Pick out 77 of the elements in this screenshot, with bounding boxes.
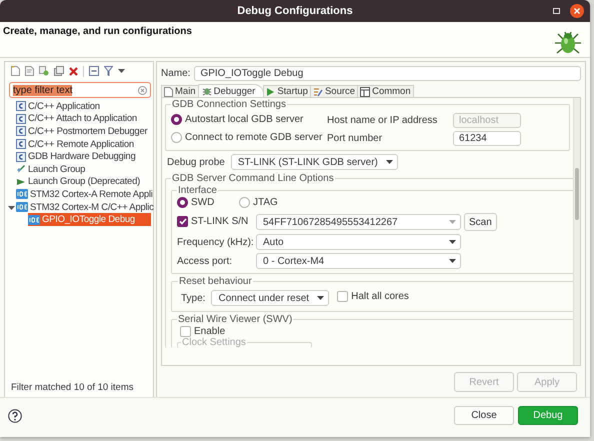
header-message: Create, manage, and run configurations <box>3 26 192 39</box>
new-document-icon[interactable] <box>11 66 20 76</box>
c-file-icon <box>16 152 26 162</box>
tab[interactable]: Startup <box>263 85 311 97</box>
tree-item[interactable]: C/C++ Application <box>16 100 151 113</box>
radio-button[interactable]: SWD <box>177 197 214 208</box>
group-title: Clock Settings <box>181 337 247 348</box>
checkbox[interactable]: Halt all cores <box>337 291 409 302</box>
caret-icon[interactable] <box>118 69 125 73</box>
close-icon[interactable] <box>570 4 584 18</box>
tree-item[interactable]: STM32 Cortex-M C/C++ Applic <box>16 200 156 214</box>
field-label: Frequency (kHz): <box>177 236 253 248</box>
radio-button[interactable]: JTAG <box>239 197 278 208</box>
field-label: Debug probe <box>167 156 225 168</box>
name-field[interactable]: GPIO_IOToggle Debug <box>194 66 581 81</box>
clear-icon[interactable] <box>138 86 147 94</box>
caret-icon <box>449 259 456 263</box>
checkbox[interactable]: Enable <box>180 326 226 337</box>
scan-button[interactable]: Scan <box>464 213 497 231</box>
checkmark-icon <box>178 218 186 225</box>
caret-icon <box>449 220 456 224</box>
field-label: Host name or IP address <box>327 115 438 126</box>
ide-icon <box>28 214 40 225</box>
collapse-icon[interactable] <box>89 66 99 76</box>
frequency-dropdown[interactable]: Auto <box>256 234 461 250</box>
field-label: Port number <box>327 133 384 144</box>
window-title: Debug Configurations <box>237 5 353 17</box>
tree-item[interactable]: Launch Group (Deprecated) <box>16 176 151 188</box>
tree-item[interactable]: GPIO_IOToggle Debug <box>28 213 151 226</box>
tree-item[interactable]: C/C++ Postmortem Debugger <box>16 125 151 138</box>
source-icon <box>312 86 323 96</box>
tab[interactable]: Main <box>161 85 199 97</box>
tab[interactable]: Source <box>310 85 358 97</box>
serial-number-dropdown[interactable]: 54FF71067285495553412267 <box>256 214 461 230</box>
maximize-icon[interactable] <box>553 8 560 14</box>
group-title: GDB Connection Settings <box>171 99 287 110</box>
caret-icon <box>386 160 393 164</box>
export-icon[interactable] <box>54 66 64 76</box>
access-port-dropdown[interactable]: 0 - Cortex-M4 <box>256 253 461 269</box>
ide-icon <box>16 189 28 200</box>
duplicate-icon[interactable] <box>39 66 49 76</box>
filter-status: Filter matched 10 of 10 items <box>10 382 134 393</box>
radio-button[interactable]: Autostart local GDB server <box>171 114 304 124</box>
field-label: Access port: <box>177 256 234 266</box>
reset-type-dropdown[interactable]: Connect under reset <box>211 290 330 306</box>
checkbox[interactable]: ST-LINK S/N <box>177 216 248 227</box>
help-icon[interactable] <box>8 408 22 422</box>
tree-item[interactable]: C/C++ Remote Application <box>16 138 151 150</box>
tree-item[interactable]: GDB Hardware Debugging <box>16 150 151 163</box>
field-label: Name: <box>161 68 190 79</box>
tree-item[interactable]: C/C++ Attach to Application <box>16 112 151 126</box>
caret-icon <box>317 296 324 300</box>
close-button[interactable]: Close <box>454 406 514 425</box>
c-file-icon <box>16 139 26 150</box>
group-title: Reset behaviour <box>178 276 253 287</box>
group-title: GDB Server Command Line Options <box>171 173 335 184</box>
tab[interactable]: Debugger <box>198 84 264 97</box>
c-file-icon <box>16 101 26 112</box>
scrollbar[interactable] <box>573 98 580 365</box>
radio-button[interactable]: Connect to remote GDB server <box>171 132 322 142</box>
tree-item[interactable]: STM32 Cortex-A Remote Appli <box>16 188 155 201</box>
c-file-icon <box>16 114 26 124</box>
c-file-icon <box>16 126 26 136</box>
bug-icon <box>202 86 212 96</box>
tree-item[interactable]: Launch Group <box>16 162 151 176</box>
field-label: Type: <box>181 292 206 304</box>
caret-icon <box>449 240 456 244</box>
port-field[interactable]: 61234 <box>453 131 521 146</box>
filter-icon[interactable] <box>104 66 113 76</box>
tab[interactable]: Common <box>357 85 414 97</box>
delete-icon[interactable] <box>69 66 78 76</box>
ide-icon <box>16 202 28 212</box>
debug-probe-dropdown[interactable]: ST-LINK (ST-LINK GDB server) <box>230 154 398 170</box>
play-icon <box>16 176 26 187</box>
group-title: Serial Wire Viewer (SWV) <box>177 314 294 325</box>
document-icon[interactable] <box>25 66 34 76</box>
group-title: Interface <box>177 185 218 196</box>
